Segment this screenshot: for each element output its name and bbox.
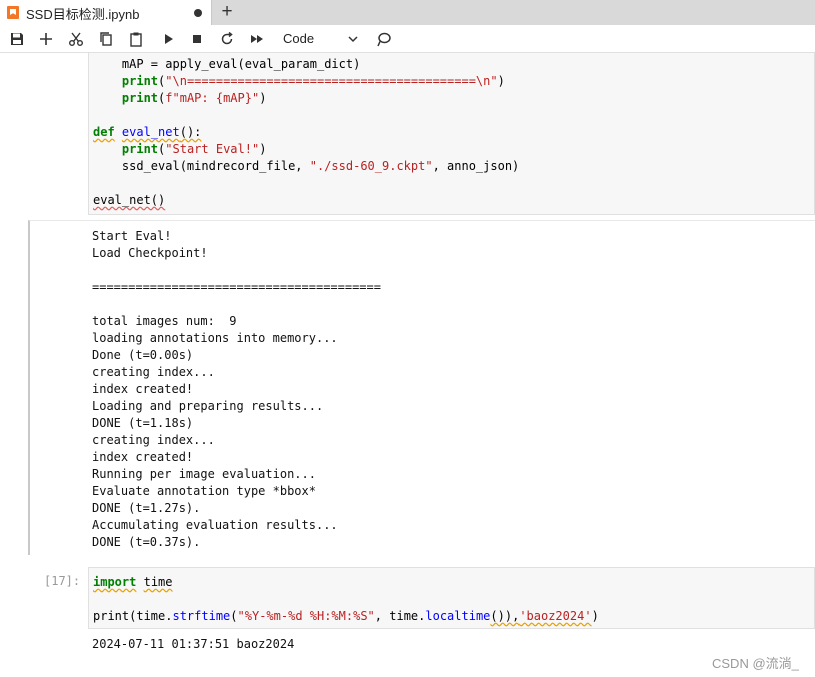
keyword-token: import [93, 575, 137, 589]
restart-icon [221, 31, 233, 45]
code-line: ssd_eval(mindrecord_file, "./ssd-60_9.ck… [93, 159, 520, 173]
output-line: Load Checkpoint! [92, 246, 208, 260]
play-icon [165, 34, 173, 44]
code-token: 'baoz2024' [519, 609, 592, 623]
output-line: Evaluate annotation type *bbox* [92, 484, 316, 498]
fast-forward-icon [251, 35, 263, 43]
cut-button[interactable] [66, 29, 86, 49]
output-line: Accumulating evaluation results... [92, 518, 338, 532]
code-token: ( [230, 609, 238, 623]
output-line: DONE (t=1.18s) [92, 416, 194, 430]
chevron-down-icon [348, 36, 358, 43]
notebook-toolbar: Code [0, 25, 815, 53]
restart-run-all-button[interactable] [247, 29, 267, 49]
code-token: "%Y-%m-%d %H:%M:%S" [237, 609, 375, 623]
copy-icon [100, 32, 112, 46]
run-cell-button[interactable] [158, 29, 178, 49]
output-line: Start Eval! [92, 229, 172, 243]
cell-type-select[interactable]: Code [283, 29, 363, 49]
code-token: strftime [172, 609, 231, 623]
tab-title: SSD目标检测.ipynb [26, 7, 140, 22]
code-line: mAP = apply_eval(eval_param_dict) [93, 57, 361, 71]
code-line: def eval_net(): [93, 125, 202, 139]
watermark: CSDN @流淌_ [712, 656, 799, 671]
tab-bar: SSD目标检测.ipynb + [0, 0, 815, 25]
output-line: index created! [92, 450, 194, 464]
output-line: DONE (t=0.37s). [92, 535, 201, 549]
scissors-icon [69, 32, 83, 46]
code-editor[interactable]: import time print(time.strftime("%Y-%m-%… [93, 574, 599, 625]
copy-button[interactable] [96, 29, 116, 49]
output-line: index created! [92, 382, 194, 396]
notebook-tab[interactable]: SSD目标检测.ipynb [0, 0, 212, 25]
code-line: import time [93, 574, 599, 591]
clipboard-icon [130, 32, 142, 47]
insert-cell-button[interactable] [36, 29, 56, 49]
output-line: creating index... [92, 433, 215, 447]
code-editor[interactable]: mAP = apply_eval(eval_param_dict) print(… [93, 56, 519, 209]
lasso-icon [377, 32, 391, 47]
code-token: print(time. [93, 609, 173, 623]
interrupt-kernel-button[interactable] [187, 29, 207, 49]
notebook-panel: mAP = apply_eval(eval_param_dict) print(… [0, 53, 815, 677]
output-line: ======================================== [92, 280, 381, 294]
code-cell-time[interactable]: import time print(time.strftime("%Y-%m-%… [88, 567, 815, 629]
cell-type-value: Code [283, 31, 315, 46]
code-line: print(f"mAP: {mAP}") [121, 91, 267, 105]
notebook-icon [7, 6, 19, 19]
code-token: , time. [374, 609, 426, 623]
save-icon [11, 33, 23, 45]
output-line: Done (t=0.00s) [92, 348, 194, 362]
code-line: eval_net() [93, 193, 166, 207]
restart-kernel-button[interactable] [217, 29, 237, 49]
output-line: total images num: 9 [92, 314, 237, 328]
code-line: print("\n===============================… [121, 74, 505, 88]
save-button[interactable] [7, 29, 27, 49]
output-line: Running per image evaluation... [92, 467, 316, 481]
code-line: print(time.strftime("%Y-%m-%d %H:%M:%S",… [93, 608, 599, 625]
output-line: loading annotations into memory... [92, 331, 338, 345]
stop-icon [193, 35, 201, 43]
output-line: DONE (t=1.27s). [92, 501, 201, 515]
unsaved-dot-icon[interactable] [194, 9, 202, 17]
open-with-button[interactable] [374, 29, 394, 49]
output-line: creating index... [92, 365, 215, 379]
code-token: ) [591, 609, 599, 623]
new-tab-button[interactable]: + [216, 1, 238, 23]
code-line: print("Start Eval!") [121, 142, 267, 156]
cell-prompt: [17]: [44, 574, 81, 588]
code-cell-eval[interactable]: mAP = apply_eval(eval_param_dict) print(… [88, 53, 815, 215]
output-line: Loading and preparing results... [92, 399, 324, 413]
module-token: time [143, 575, 173, 589]
paste-button[interactable] [126, 29, 146, 49]
cell-output: Start Eval! Load Checkpoint! ============… [28, 220, 815, 555]
output-text: Start Eval! Load Checkpoint! ============… [92, 228, 381, 551]
code-token: ()), [490, 609, 520, 623]
cell-output-time: 2024-07-11 01:37:51 baoz2024 [92, 637, 295, 651]
plus-icon [40, 33, 52, 45]
code-token: localtime [425, 609, 491, 623]
